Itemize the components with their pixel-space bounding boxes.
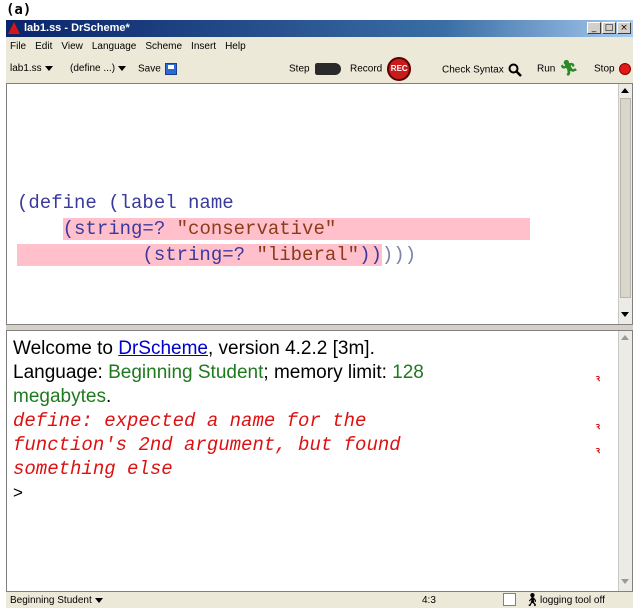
window-title: lab1.ss - DrScheme*	[24, 22, 130, 34]
check-syntax-label: Check Syntax	[442, 64, 504, 76]
bug-icon[interactable]: ꝛ	[596, 371, 600, 384]
file-dropdown[interactable]: lab1.ss	[10, 63, 53, 74]
language-selector-label: Beginning Student	[10, 595, 92, 606]
language-selector[interactable]: Beginning Student	[10, 595, 103, 606]
walking-man-icon: 🚶︎	[524, 592, 541, 607]
floppy-disk-icon	[164, 63, 177, 75]
error-line-2: function's 2nd argument, but found	[13, 434, 401, 456]
error-line-3: something else	[13, 458, 173, 480]
save-button[interactable]: Save	[138, 63, 177, 75]
foot-icon	[314, 63, 341, 75]
interactions-pane[interactable]: Welcome to DrScheme, version 4.2.2 [3m].…	[6, 330, 633, 592]
stop-icon	[618, 63, 631, 75]
definitions-editor[interactable]: (define (label name (string=? "conservat…	[6, 83, 633, 325]
code-line-1: (define (label name	[17, 192, 234, 214]
stop-button[interactable]: Stop	[594, 63, 631, 75]
scroll-down-arrow-icon[interactable]	[621, 579, 629, 584]
magnifier-icon	[508, 63, 522, 77]
menu-insert[interactable]: Insert	[191, 41, 216, 52]
step-button[interactable]: Step	[289, 63, 341, 75]
repl-prompt[interactable]: >	[13, 481, 23, 505]
maximize-button[interactable]: □	[602, 22, 616, 34]
language-line: Language: Beginning Student; memory limi…	[13, 362, 424, 383]
menu-bar: File Edit View Language Scheme Insert He…	[6, 37, 633, 55]
toolbar: lab1.ss (define ...) Save Step Record REC…	[6, 55, 633, 83]
memory-limit-value: 128	[392, 362, 424, 383]
running-man-icon: 🏃︎	[559, 60, 579, 77]
language-name: Beginning Student	[108, 362, 264, 383]
logging-checkbox[interactable]	[503, 593, 516, 606]
bug-icon[interactable]: ꝛ	[596, 419, 600, 432]
check-syntax-button[interactable]: Check Syntax	[442, 63, 522, 77]
define-dropdown-label: (define ...)	[70, 63, 116, 74]
rec-icon: REC	[387, 57, 412, 81]
status-bar: Beginning Student 4:3 🚶︎ logging tool of…	[6, 592, 633, 608]
bug-icon[interactable]: ꝛ	[596, 443, 600, 456]
define-dropdown[interactable]: (define ...)	[70, 63, 127, 74]
menu-edit[interactable]: Edit	[35, 41, 52, 52]
scroll-up-arrow-icon[interactable]	[621, 88, 629, 93]
record-button[interactable]: Record REC	[350, 57, 412, 81]
close-button[interactable]: ×	[617, 22, 631, 34]
chevron-down-icon	[44, 65, 53, 71]
welcome-line: Welcome to DrScheme, version 4.2.2 [3m].	[13, 338, 375, 359]
code-line-2: (string=? "conservative"	[17, 216, 531, 242]
title-bar[interactable]: lab1.ss - DrScheme* _ □ ×	[6, 20, 633, 37]
menu-view[interactable]: View	[61, 41, 83, 52]
window-controls: _ □ ×	[586, 22, 631, 34]
menu-file[interactable]: File	[10, 41, 26, 52]
file-dropdown-label: lab1.ss	[10, 63, 42, 74]
chevron-down-icon	[118, 65, 127, 71]
editor-scrollbar[interactable]	[618, 84, 632, 324]
cursor-position: 4:3	[422, 595, 436, 606]
stop-label: Stop	[594, 63, 615, 75]
menu-language[interactable]: Language	[92, 41, 137, 52]
save-label: Save	[138, 63, 161, 75]
code-line-3: (string=? "liberal")))))	[17, 242, 416, 268]
logging-label: logging tool off	[540, 595, 605, 606]
error-line-1: define: expected a name for the	[13, 410, 367, 432]
figure-label: (a)	[6, 2, 32, 18]
record-label: Record	[350, 63, 383, 75]
run-label: Run	[537, 63, 556, 75]
editor-scroll-thumb[interactable]	[620, 98, 631, 298]
run-button[interactable]: Run 🏃︎	[537, 60, 579, 77]
interactions-scrollbar[interactable]	[618, 331, 632, 591]
drscheme-link[interactable]: DrScheme	[118, 338, 208, 359]
chevron-down-icon	[94, 597, 103, 603]
minimize-button[interactable]: _	[587, 22, 601, 34]
scroll-down-arrow-icon[interactable]	[621, 312, 629, 317]
menu-scheme[interactable]: Scheme	[145, 41, 182, 52]
step-label: Step	[289, 63, 310, 75]
memory-unit-line: megabytes.	[13, 386, 112, 407]
drscheme-window: lab1.ss - DrScheme* _ □ × File Edit View…	[6, 20, 633, 608]
scroll-up-arrow-icon[interactable]	[621, 335, 629, 340]
menu-help[interactable]: Help	[225, 41, 246, 52]
drscheme-lambda-icon	[8, 22, 20, 34]
